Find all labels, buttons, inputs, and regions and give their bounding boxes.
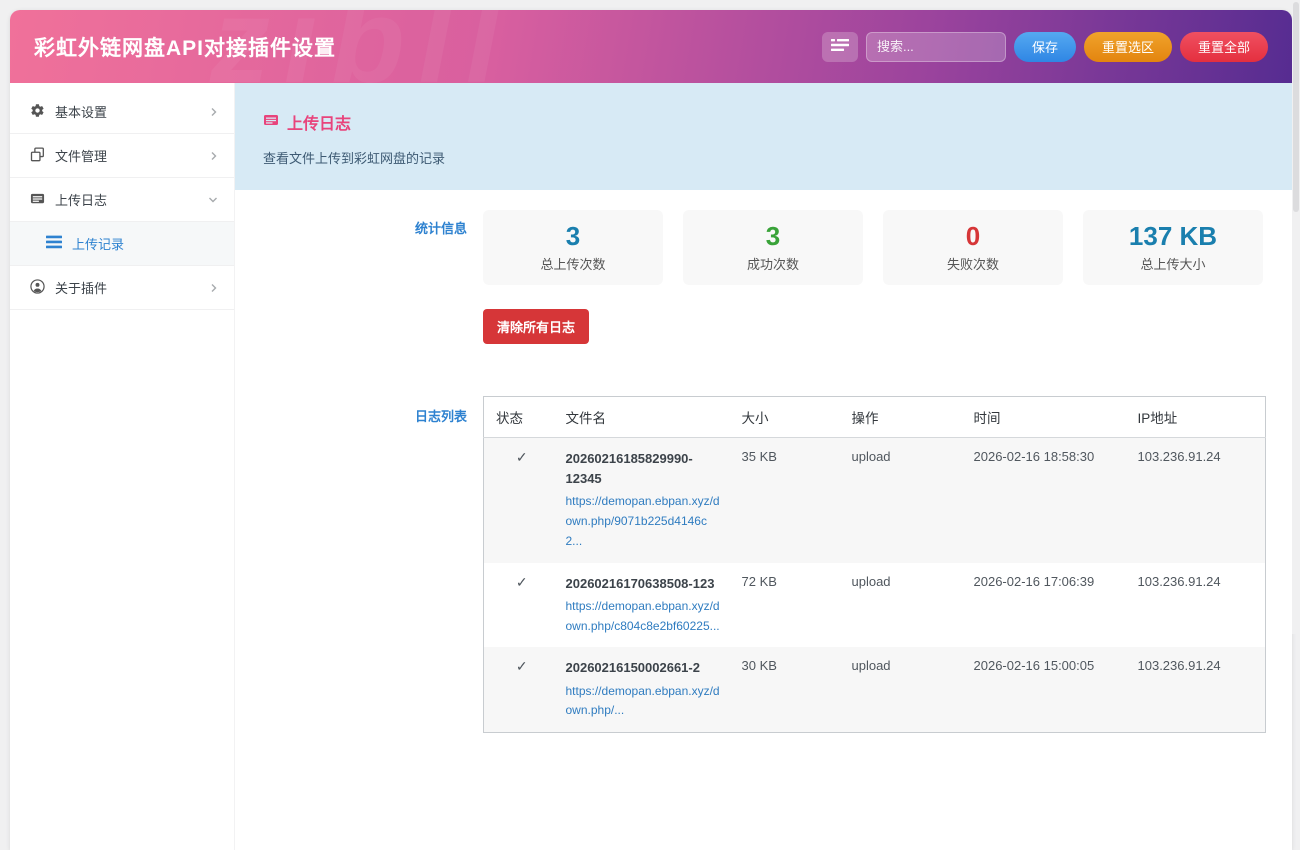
- header: zibll 彩虹外链网盘API对接插件设置 保存 重置选区 重置全部: [10, 10, 1292, 83]
- page-title: 彩虹外链网盘API对接插件设置: [34, 32, 336, 62]
- menu-toggle-button[interactable]: [822, 32, 858, 62]
- gear-icon: [30, 103, 45, 121]
- file-size: 72 KB: [730, 563, 840, 648]
- sidebar-item-basic-settings[interactable]: 基本设置: [10, 90, 234, 134]
- col-status: 状态: [484, 397, 554, 438]
- file-name: 20260216185829990-12345: [566, 449, 724, 489]
- stats-row: 统计信息 3 总上传次数 3 成功次数 0 失败次数: [235, 210, 1292, 285]
- log-card-icon: [263, 112, 279, 133]
- stat-card-success-count: 3 成功次数: [683, 210, 863, 285]
- stat-label: 总上传大小: [1140, 254, 1205, 273]
- stat-value: 3: [766, 222, 780, 251]
- file-link[interactable]: https://demopan.ebpan.xyz/down.php/...: [566, 682, 724, 722]
- col-action: 操作: [840, 397, 962, 438]
- col-time: 时间: [962, 397, 1126, 438]
- plugin-settings-panel: zibll 彩虹外链网盘API对接插件设置 保存 重置选区 重置全部: [10, 10, 1292, 850]
- section-title: 上传日志: [287, 110, 351, 134]
- log-list-label: 日志列表: [235, 396, 483, 733]
- log-card-icon: [30, 191, 45, 209]
- file-link[interactable]: https://demopan.ebpan.xyz/down.php/c804c…: [566, 597, 724, 637]
- filename-cell: 20260216170638508-123 https://demopan.eb…: [554, 563, 730, 648]
- table-row: ✓ 20260216185829990-12345 https://demopa…: [484, 438, 1266, 563]
- main-content: 上传日志 查看文件上传到彩虹网盘的记录 统计信息 3 总上传次数 3: [235, 83, 1292, 850]
- file-link[interactable]: https://demopan.ebpan.xyz/down.php/9071b…: [566, 492, 724, 551]
- sidebar-item-label: 上传日志: [55, 190, 107, 209]
- file-name: 20260216150002661-2: [566, 658, 724, 678]
- status-success-icon: ✓: [484, 647, 554, 732]
- table-row: ✓ 20260216170638508-123 https://demopan.…: [484, 563, 1266, 648]
- col-filename: 文件名: [554, 397, 730, 438]
- search-input[interactable]: [866, 32, 1006, 62]
- table-header-row: 状态 文件名 大小 操作 时间 IP地址: [484, 397, 1266, 438]
- menu-list-icon: [831, 38, 849, 55]
- chevron-down-icon: [208, 196, 218, 204]
- sidebar-item-about-plugin[interactable]: 关于插件: [10, 266, 234, 310]
- page-scrollbar[interactable]: [1292, 0, 1300, 634]
- header-controls: 保存 重置选区 重置全部: [822, 32, 1268, 62]
- upload-time: 2026-02-16 17:06:39: [962, 563, 1126, 648]
- reset-all-button[interactable]: 重置全部: [1180, 32, 1268, 62]
- user-icon: [30, 279, 45, 297]
- filename-cell: 20260216150002661-2 https://demopan.ebpa…: [554, 647, 730, 732]
- upload-time: 2026-02-16 18:58:30: [962, 438, 1126, 563]
- col-size: 大小: [730, 397, 840, 438]
- stat-value: 3: [566, 222, 580, 251]
- stat-label: 失败次数: [947, 254, 999, 273]
- filename-cell: 20260216185829990-12345 https://demopan.…: [554, 438, 730, 563]
- stat-label: 成功次数: [747, 254, 799, 273]
- save-button[interactable]: 保存: [1014, 32, 1076, 62]
- clear-all-logs-button[interactable]: 清除所有日志: [483, 309, 589, 344]
- sidebar-item-upload-records[interactable]: 上传记录: [10, 222, 234, 266]
- stats-label: 统计信息: [235, 210, 483, 285]
- upload-time: 2026-02-16 15:00:05: [962, 647, 1126, 732]
- ip-address: 103.236.91.24: [1126, 563, 1266, 648]
- status-success-icon: ✓: [484, 563, 554, 648]
- sidebar: 基本设置 文件管理 上传日志: [10, 83, 235, 850]
- stat-card-total-uploads: 3 总上传次数: [483, 210, 663, 285]
- scrollbar-thumb[interactable]: [1293, 2, 1299, 212]
- stat-cards: 3 总上传次数 3 成功次数 0 失败次数 137 KB: [483, 210, 1263, 285]
- ip-address: 103.236.91.24: [1126, 647, 1266, 732]
- section-description: 查看文件上传到彩虹网盘的记录: [263, 148, 1264, 167]
- sidebar-item-label: 上传记录: [72, 234, 124, 253]
- stat-card-total-size: 137 KB 总上传大小: [1083, 210, 1263, 285]
- section-banner: 上传日志 查看文件上传到彩虹网盘的记录: [235, 83, 1292, 190]
- col-ip: IP地址: [1126, 397, 1266, 438]
- stat-value: 137 KB: [1129, 222, 1217, 251]
- status-success-icon: ✓: [484, 438, 554, 563]
- table-row: ✓ 20260216150002661-2 https://demopan.eb…: [484, 647, 1266, 732]
- stat-value: 0: [966, 222, 980, 251]
- file-action: upload: [840, 563, 962, 648]
- sidebar-item-label: 关于插件: [55, 278, 107, 297]
- file-size: 30 KB: [730, 647, 840, 732]
- log-table: 状态 文件名 大小 操作 时间 IP地址 ✓: [483, 396, 1266, 733]
- copy-icon: [30, 147, 45, 165]
- file-name: 20260216170638508-123: [566, 574, 724, 594]
- file-action: upload: [840, 647, 962, 732]
- list-icon: [46, 235, 62, 252]
- sidebar-item-upload-log[interactable]: 上传日志: [10, 178, 234, 222]
- chevron-right-icon: [210, 107, 218, 117]
- log-list-row: 日志列表 状态 文件名 大小 操作 时间: [235, 396, 1292, 733]
- sidebar-item-label: 基本设置: [55, 102, 107, 121]
- stat-card-fail-count: 0 失败次数: [883, 210, 1063, 285]
- stat-label: 总上传次数: [540, 254, 605, 273]
- reset-section-button[interactable]: 重置选区: [1084, 32, 1172, 62]
- chevron-right-icon: [210, 151, 218, 161]
- file-action: upload: [840, 438, 962, 563]
- sidebar-item-file-management[interactable]: 文件管理: [10, 134, 234, 178]
- chevron-right-icon: [210, 283, 218, 293]
- file-size: 35 KB: [730, 438, 840, 563]
- ip-address: 103.236.91.24: [1126, 438, 1266, 563]
- sidebar-item-label: 文件管理: [55, 146, 107, 165]
